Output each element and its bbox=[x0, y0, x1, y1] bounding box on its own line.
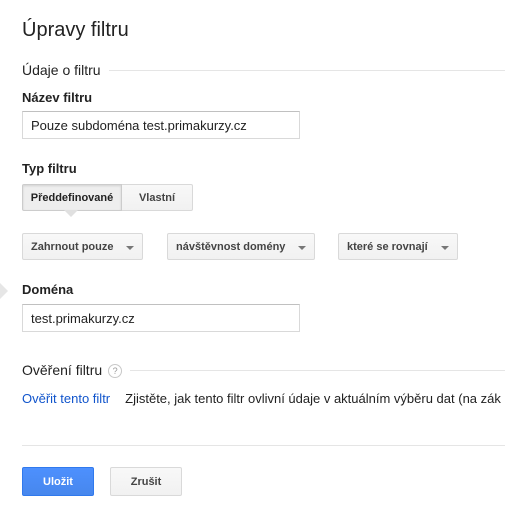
section-header-verification: Ověření filtru? bbox=[22, 360, 505, 380]
section-label: Ověření filtru? bbox=[22, 361, 130, 379]
verify-row: Ověřit tento filtr Zjistěte, jak tento f… bbox=[22, 391, 501, 406]
section-divider bbox=[108, 69, 505, 71]
include-dropdown[interactable]: Zahrnout pouze bbox=[22, 233, 143, 260]
filter-name-label: Název filtru bbox=[22, 90, 93, 105]
filter-name-input[interactable] bbox=[22, 111, 300, 139]
condition-dropdown[interactable]: které se rovnají bbox=[338, 233, 458, 260]
section-label: Údaje o filtru bbox=[22, 62, 101, 78]
chevron-down-icon bbox=[441, 246, 449, 250]
chevron-down-icon bbox=[298, 246, 306, 250]
source-dropdown[interactable]: návštěvnost domény bbox=[167, 233, 315, 260]
domain-input[interactable] bbox=[22, 304, 300, 332]
domain-label: Doména bbox=[22, 282, 74, 297]
filter-type-predefined-button[interactable]: Předdefinované bbox=[22, 184, 122, 211]
verify-description: Zjistěte, jak tento filtr ovlivní údaje … bbox=[125, 391, 501, 406]
help-icon[interactable]: ? bbox=[108, 364, 123, 379]
side-notch bbox=[0, 283, 8, 299]
toggle-pointer-caret bbox=[64, 210, 78, 217]
filter-type-toggle: Předdefinované Vlastní bbox=[22, 184, 193, 211]
verification-label: Ověření filtru bbox=[22, 361, 103, 378]
verify-filter-link[interactable]: Ověřit tento filtr bbox=[22, 391, 110, 406]
chevron-down-icon bbox=[126, 246, 134, 250]
source-dropdown-label: návštěvnost domény bbox=[176, 240, 286, 253]
page-title: Úpravy filtru bbox=[22, 19, 129, 41]
cancel-button[interactable]: Zrušit bbox=[110, 467, 182, 496]
save-button[interactable]: Uložit bbox=[22, 467, 94, 496]
filter-type-custom-button[interactable]: Vlastní bbox=[122, 184, 193, 211]
filter-type-label: Typ filtru bbox=[22, 161, 77, 176]
include-dropdown-label: Zahrnout pouze bbox=[31, 240, 114, 253]
bottom-divider bbox=[22, 445, 505, 446]
section-divider bbox=[130, 369, 505, 371]
section-header-filter-info: Údaje o filtru bbox=[22, 60, 505, 80]
condition-dropdown-label: které se rovnají bbox=[347, 240, 428, 253]
